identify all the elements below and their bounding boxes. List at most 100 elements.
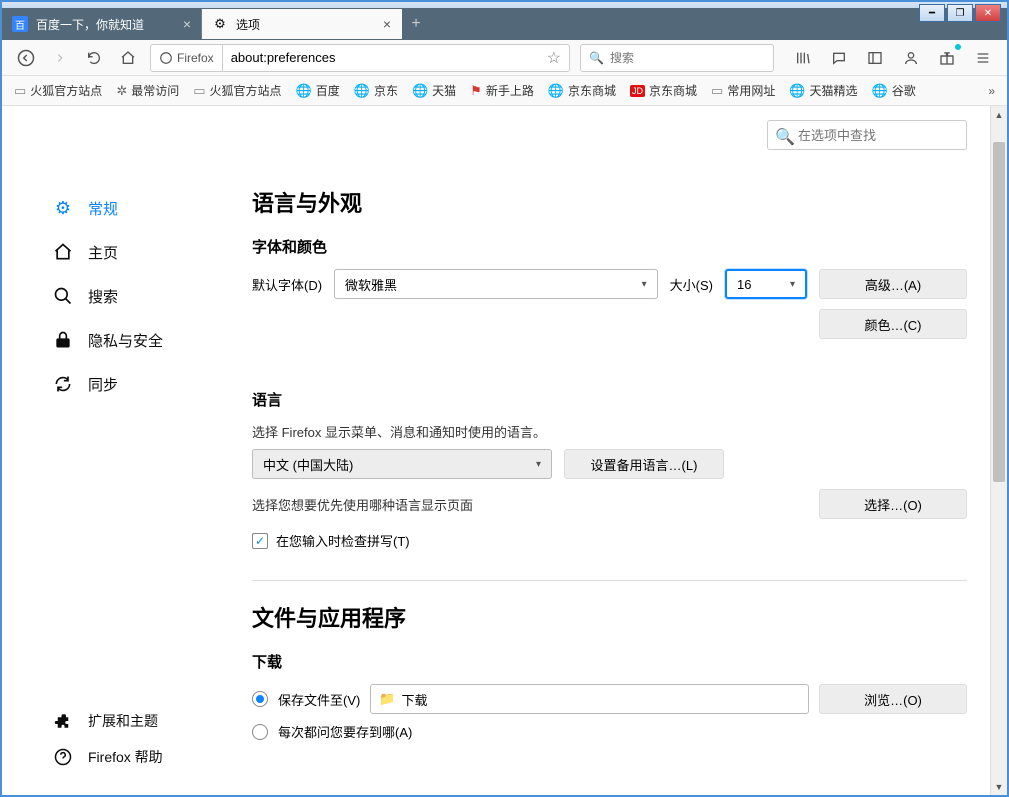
select-value: 16 (737, 277, 751, 292)
bookmark-item[interactable]: 🌐天猫精选 (789, 82, 857, 99)
font-size-select[interactable]: 16 ▾ (725, 269, 807, 299)
forward-button[interactable] (48, 46, 72, 70)
scroll-up-button[interactable]: ▲ (991, 106, 1007, 123)
bookmark-item[interactable]: 🌐京东商城 (548, 82, 616, 99)
tab-strip: 百 百度一下，你就知道 × ⚙ 选项 × + (2, 8, 1007, 40)
url-input[interactable] (223, 50, 539, 65)
sidebar-item-help[interactable]: Firefox 帮助 (32, 739, 163, 775)
firefox-icon (159, 51, 173, 65)
prefs-search[interactable]: 🔍 (767, 120, 967, 150)
prefs-search-input[interactable] (767, 120, 967, 150)
download-path-value: 下载 (402, 690, 428, 709)
browse-button[interactable]: 浏览…(O) (819, 684, 967, 714)
always-ask-radio[interactable] (252, 724, 268, 740)
preferences-page: 🔍 ⚙ 常规 主页 搜索 隐私与安全 同步 (2, 106, 1007, 795)
alt-languages-button[interactable]: 设置备用语言…(L) (564, 449, 724, 479)
globe-icon: 🌐 (789, 83, 805, 99)
identity-box[interactable]: Firefox (151, 45, 223, 71)
scroll-down-button[interactable]: ▼ (991, 778, 1007, 795)
puzzle-icon (52, 712, 74, 730)
default-font-select[interactable]: 微软雅黑 ▾ (334, 269, 658, 299)
globe-icon: 🌐 (548, 83, 564, 99)
sidebar-item-search[interactable]: 搜索 (32, 274, 232, 318)
tab-baidu[interactable]: 百 百度一下，你就知道 × (2, 9, 202, 39)
vertical-scrollbar[interactable]: ▲ ▼ (990, 106, 1007, 795)
save-to-label: 保存文件至(V) (278, 690, 360, 709)
bookmark-star-icon[interactable]: ☆ (539, 48, 569, 68)
save-to-radio[interactable] (252, 691, 268, 707)
window-close-button[interactable]: ✕ (975, 4, 1001, 22)
bookmarks-toolbar: ▭火狐官方站点 ✲最常访问 ▭火狐官方站点 🌐百度 🌐京东 🌐天猫 ⚑新手上路 … (2, 76, 1007, 106)
sidebar-item-home[interactable]: 主页 (32, 230, 232, 274)
search-input[interactable] (610, 51, 765, 65)
library-button[interactable] (791, 46, 815, 70)
sidebar-icon[interactable] (863, 46, 887, 70)
menu-button[interactable] (971, 46, 995, 70)
search-icon: 🔍 (589, 51, 604, 65)
new-tab-button[interactable]: + (402, 10, 430, 38)
lock-icon (52, 330, 74, 350)
search-bar[interactable]: 🔍 (580, 44, 774, 72)
sidebar-item-label: 同步 (88, 374, 118, 395)
reload-button[interactable] (82, 46, 106, 70)
search-icon (52, 286, 74, 306)
home-button[interactable] (116, 46, 140, 70)
search-icon: 🔍 (775, 127, 795, 147)
nav-toolbar: Firefox ☆ 🔍 (2, 40, 1007, 76)
spellcheck-label: 在您输入时检查拼写(T) (276, 531, 410, 550)
sidebar-item-privacy[interactable]: 隐私与安全 (32, 318, 232, 362)
bookmark-item[interactable]: ✲最常访问 (116, 82, 179, 99)
sidebar-item-label: 扩展和主题 (88, 711, 158, 731)
folder-icon: 📁 (379, 691, 395, 707)
bookmark-item[interactable]: ▭火狐官方站点 (14, 82, 102, 99)
baidu-favicon-icon: 百 (12, 16, 28, 32)
scroll-thumb[interactable] (993, 142, 1005, 482)
tab-label: 百度一下，你就知道 (36, 16, 144, 33)
always-ask-label: 每次都问您要存到哪(A) (278, 722, 412, 741)
tab-preferences[interactable]: ⚙ 选项 × (202, 9, 402, 39)
bookmark-item[interactable]: 🌐天猫 (412, 82, 456, 99)
sync-icon (52, 374, 74, 394)
spellcheck-checkbox[interactable]: ✓ (252, 533, 268, 549)
section-title-appearance: 语言与外观 (252, 186, 967, 218)
globe-icon: 🌐 (354, 83, 370, 99)
back-button[interactable] (14, 46, 38, 70)
select-value: 微软雅黑 (345, 275, 397, 294)
bookmarks-overflow-button[interactable]: » (988, 84, 995, 98)
choose-language-button[interactable]: 选择…(O) (819, 489, 967, 519)
bookmark-item[interactable]: ▭常用网址 (711, 82, 775, 99)
chat-icon[interactable] (827, 46, 851, 70)
tab-label: 选项 (236, 16, 260, 33)
sidebar-item-general[interactable]: ⚙ 常规 (32, 186, 232, 230)
bookmark-item[interactable]: JD京东商城 (630, 82, 697, 99)
account-icon[interactable] (899, 46, 923, 70)
chevron-down-icon: ▾ (790, 279, 795, 290)
gift-icon[interactable] (935, 46, 959, 70)
default-font-label: 默认字体(D) (252, 275, 322, 294)
jd-icon: JD (630, 85, 645, 97)
language-select[interactable]: 中文 (中国大陆) ▾ (252, 449, 552, 479)
bookmark-item[interactable]: 🌐谷歌 (872, 82, 916, 99)
bookmark-item[interactable]: ▭火狐官方站点 (193, 82, 281, 99)
globe-icon: 🌐 (872, 83, 888, 99)
colors-button[interactable]: 颜色…(C) (819, 309, 967, 339)
font-size-label: 大小(S) (670, 275, 713, 294)
help-icon (52, 748, 74, 766)
chevron-down-icon: ▾ (536, 459, 541, 470)
sidebar-item-label: 搜索 (88, 286, 118, 307)
window-minimize-button[interactable]: ━ (919, 4, 945, 22)
advanced-fonts-button[interactable]: 高级…(A) (819, 269, 967, 299)
close-icon[interactable]: × (183, 16, 191, 32)
bookmark-item[interactable]: 🌐京东 (354, 82, 398, 99)
gear-icon: ✲ (116, 83, 127, 99)
bookmark-item[interactable]: ⚑新手上路 (470, 82, 534, 99)
bookmark-item[interactable]: 🌐百度 (296, 82, 340, 99)
close-icon[interactable]: × (383, 16, 391, 32)
folder-icon: ▭ (14, 83, 26, 99)
download-path-field[interactable]: 📁 下载 (370, 684, 809, 714)
sidebar-item-addons[interactable]: 扩展和主题 (32, 703, 163, 739)
sidebar-item-sync[interactable]: 同步 (32, 362, 232, 406)
window-maximize-button[interactable]: ❐ (947, 4, 973, 22)
home-icon (52, 242, 74, 262)
url-bar[interactable]: Firefox ☆ (150, 44, 570, 72)
